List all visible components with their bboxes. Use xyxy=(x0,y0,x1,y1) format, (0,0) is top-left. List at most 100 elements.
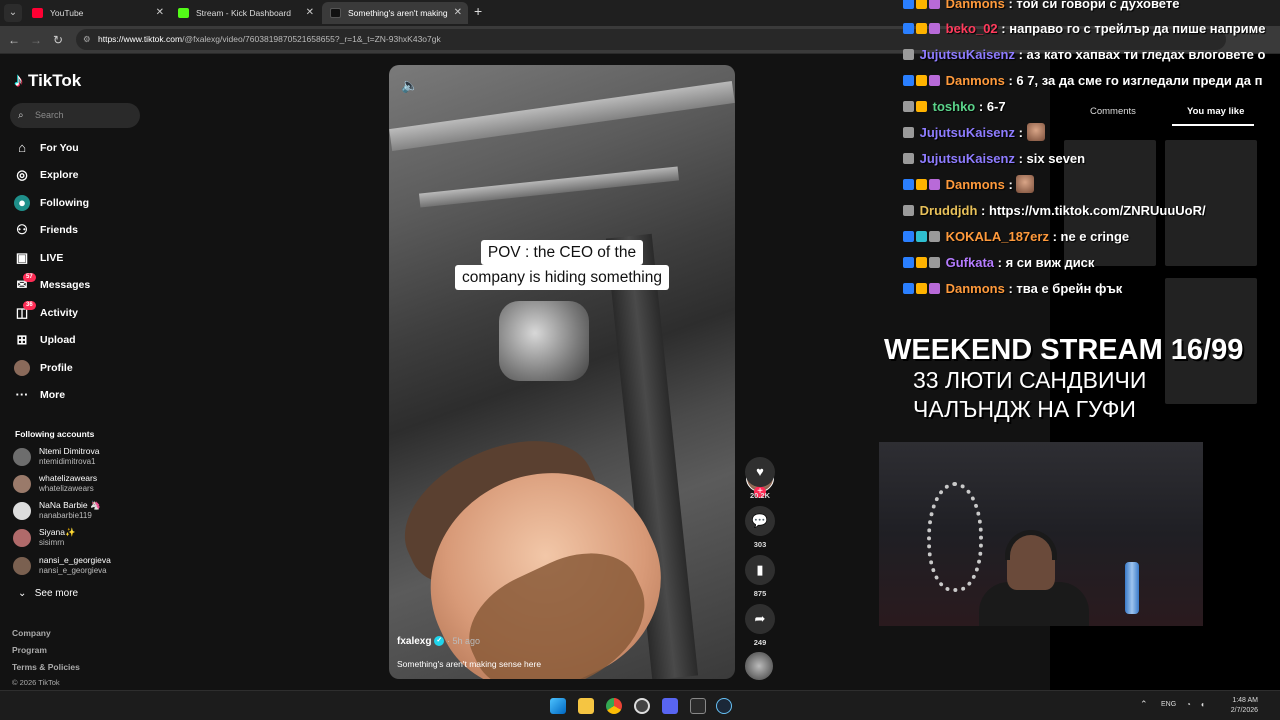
back-icon[interactable]: ← xyxy=(5,31,23,49)
chat-text: : аз като хапвах ти гледах влоговете о xyxy=(1018,47,1266,62)
webcam-feed xyxy=(879,442,1203,626)
forward-icon[interactable]: → xyxy=(27,31,45,49)
footer-company-link[interactable]: Company xyxy=(12,628,51,638)
tab-tiktok-video[interactable]: Something's aren't making ✕ xyxy=(322,2,468,24)
youtube-icon xyxy=(32,8,43,18)
chat-text: : xyxy=(1008,177,1013,192)
avatar xyxy=(13,557,31,575)
wifi-icon[interactable]: ◔ xyxy=(1186,700,1191,709)
chat-text: : направо го с трейлър да пише наприме xyxy=(1001,21,1266,36)
stream-title: WEEKEND STREAM 16/99 xyxy=(884,334,1244,366)
discord-icon[interactable] xyxy=(662,698,678,714)
chat-username: JujutsuKaisenz xyxy=(919,151,1015,166)
nav-label: For You xyxy=(40,142,79,154)
tray-chevron-icon[interactable]: ⌃ xyxy=(1140,699,1148,710)
face-emote-icon xyxy=(1016,175,1035,193)
clock-time: 1:48 AM xyxy=(1232,697,1258,704)
volume-icon[interactable]: 🔈 xyxy=(401,77,418,94)
music-disc-icon[interactable] xyxy=(745,652,773,680)
nav-explore[interactable]: ◎ Explore xyxy=(14,164,144,186)
chat-text: : xyxy=(1018,125,1023,140)
nav-label: Messages xyxy=(40,279,91,291)
following-account[interactable]: Siyana✨ sisimrn xyxy=(13,527,143,551)
video-scene xyxy=(389,81,735,151)
nav-upload[interactable]: ⊞ Upload xyxy=(14,329,144,351)
following-account[interactable]: NaNa Barbie 🦄 nanabarbie119 xyxy=(13,500,143,524)
comment-button[interactable]: 💬 xyxy=(745,506,775,536)
nav-activity[interactable]: ◫ 36 Activity xyxy=(14,301,144,324)
system-clock[interactable]: 1:48 AM 2/7/2026 xyxy=(1218,696,1258,716)
post-time: · 5h ago xyxy=(447,636,481,646)
following-account[interactable]: whatelizawears whatelizawears xyxy=(13,473,143,497)
chat-message: KOKALA_187erz : ne e cringe xyxy=(903,226,1129,248)
reload-icon[interactable]: ↻ xyxy=(49,31,67,49)
see-more-button[interactable]: ⌄ See more xyxy=(18,588,78,599)
chrome-icon[interactable] xyxy=(606,698,622,714)
upload-icon: ⊞ xyxy=(16,332,28,347)
friends-icon: ⚇ xyxy=(16,222,28,237)
video-author[interactable]: fxalexg ✓ · 5h ago xyxy=(397,636,480,647)
language-indicator[interactable]: ENG xyxy=(1161,701,1176,708)
search-input[interactable]: ⌕ Search xyxy=(10,103,140,128)
close-icon[interactable]: ✕ xyxy=(454,2,462,24)
video-player[interactable]: 🔈 POV : the CEO of the company is hiding… xyxy=(389,65,735,679)
nav-friends[interactable]: ⚇ Friends xyxy=(14,219,144,241)
chat-text: : 6-7 xyxy=(978,99,1006,114)
tab-comments[interactable]: Comments xyxy=(1090,106,1136,117)
close-icon[interactable]: ✕ xyxy=(306,2,314,24)
steam-icon[interactable] xyxy=(716,698,732,714)
obs-icon[interactable] xyxy=(634,698,650,714)
following-account[interactable]: nansi_e_georgieva nansi_e_georgieva xyxy=(13,555,143,579)
tiktok-logo[interactable]: ♪ TikTok xyxy=(14,70,81,91)
chat-username: KOKALA_187erz xyxy=(945,229,1049,244)
tab-you-may-like[interactable]: You may like xyxy=(1187,106,1244,117)
avatar xyxy=(13,529,31,547)
following-accounts-header: Following accounts xyxy=(15,429,95,439)
nav-label: Friends xyxy=(40,224,78,236)
nav-label: Profile xyxy=(40,362,73,374)
tab-kick-dashboard[interactable]: Stream - Kick Dashboard ✕ xyxy=(170,2,320,24)
tiktok-note-icon: ♪ xyxy=(14,70,23,90)
nav-more[interactable]: ··· More xyxy=(14,384,144,406)
windows-start-icon[interactable] xyxy=(550,698,566,714)
messages-badge: 57 xyxy=(23,273,36,282)
nav-messages[interactable]: ✉ 57 Messages xyxy=(14,273,144,296)
site-info-icon[interactable]: ⚙ xyxy=(83,29,91,50)
tab-search-chevron-icon[interactable]: ⌄ xyxy=(4,4,22,22)
like-button[interactable]: ♥ xyxy=(745,457,775,487)
following-account[interactable]: Ntemi Dimitrova ntemidimitrova1 xyxy=(13,446,143,470)
chat-message: Gufkata : я си виж диск xyxy=(903,252,1094,274)
save-button[interactable]: ▮ xyxy=(745,555,775,585)
logo-text: TikTok xyxy=(28,70,82,90)
account-name: whatelizawears xyxy=(39,473,98,483)
nav-live[interactable]: ▣ LIVE xyxy=(14,247,144,269)
footer-terms-link[interactable]: Terms & Policies xyxy=(12,662,80,672)
footer-program-link[interactable]: Program xyxy=(12,645,47,655)
nav-profile[interactable]: Profile xyxy=(14,357,144,379)
nav-for-you[interactable]: ⌂ For You xyxy=(14,137,144,159)
chat-username: Danmons xyxy=(945,281,1005,296)
chat-text: : six seven xyxy=(1018,151,1086,166)
file-explorer-icon[interactable] xyxy=(578,698,594,714)
activity-icon: ◫ 36 xyxy=(14,301,36,321)
bookmark-icon: ▮ xyxy=(756,562,764,577)
avatar xyxy=(13,448,31,466)
volume-tray-icon[interactable]: ◖ xyxy=(1200,700,1205,709)
tab-youtube[interactable]: YouTube ✕ xyxy=(24,2,170,24)
video-description: Something's aren't making sense here xyxy=(397,659,542,669)
heart-icon: ♥ xyxy=(756,464,764,479)
caption-line: POV : the CEO of the xyxy=(480,240,644,265)
chat-text: : 6 7, за да сме го изгледали преди да п xyxy=(1008,73,1263,88)
activity-badge: 36 xyxy=(23,301,36,310)
share-button[interactable]: ➦ xyxy=(745,604,775,634)
share-icon: ➦ xyxy=(754,611,766,626)
webcam-scene xyxy=(927,482,983,592)
terminal-icon[interactable] xyxy=(690,698,706,714)
chat-message: Druddjdh : https://vm.tiktok.com/ZNRUuuU… xyxy=(903,200,1206,222)
author-name[interactable]: fxalexg xyxy=(397,636,431,647)
screen: ⌄ YouTube ✕ Stream - Kick Dashboard ✕ So… xyxy=(0,0,1280,720)
new-tab-icon[interactable]: + xyxy=(474,3,482,19)
copyright: © 2026 TikTok xyxy=(12,678,60,687)
close-icon[interactable]: ✕ xyxy=(156,2,164,24)
nav-following[interactable]: ● Following xyxy=(14,192,144,214)
